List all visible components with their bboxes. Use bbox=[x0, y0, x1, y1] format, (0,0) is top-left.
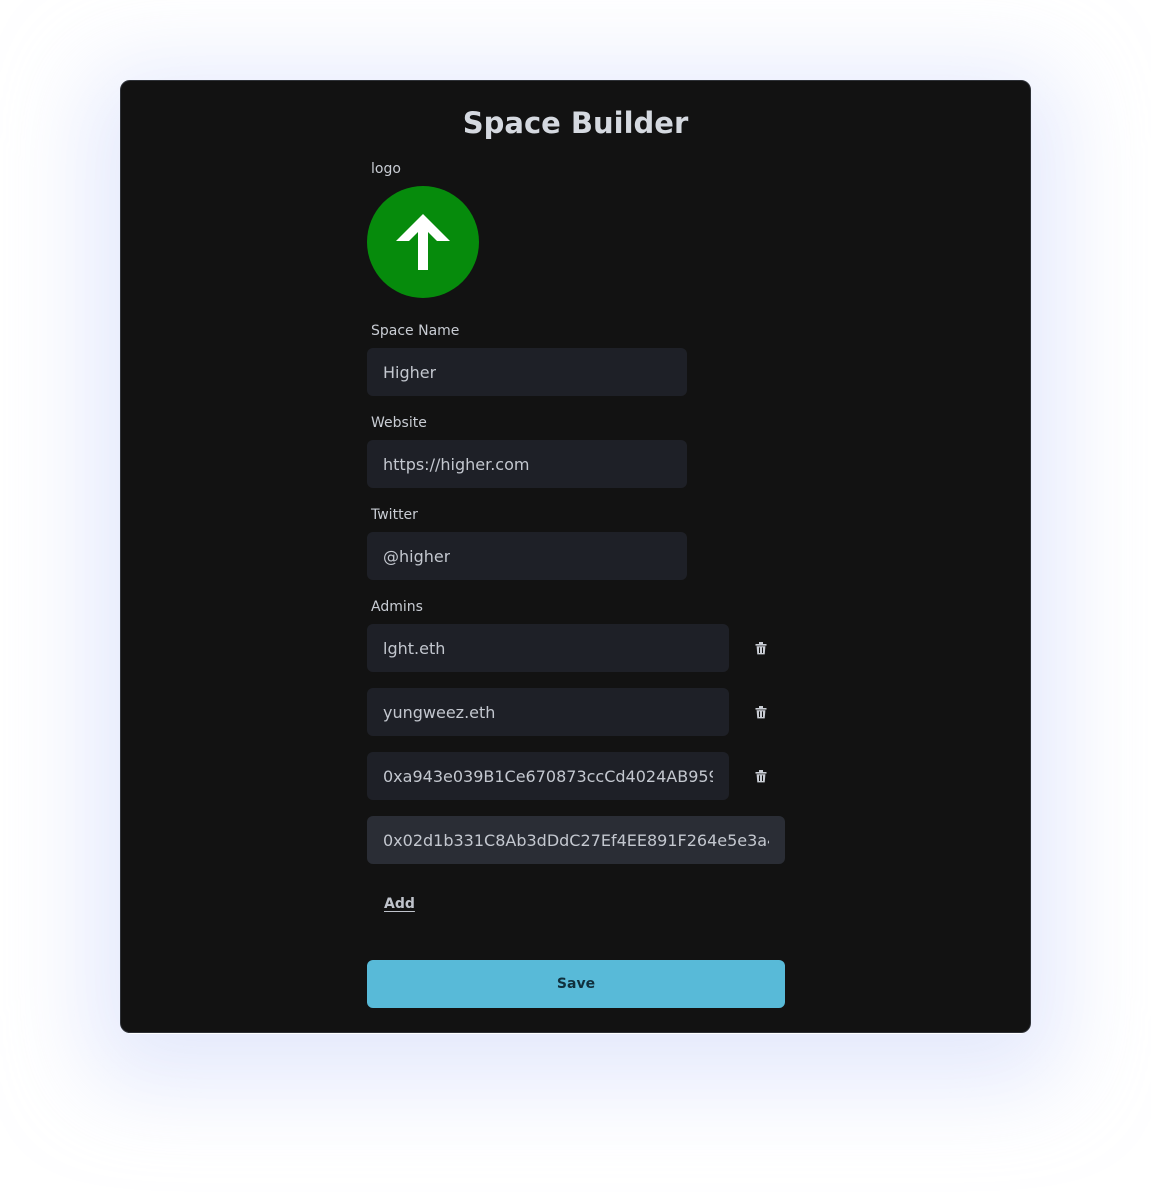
arrow-up-icon bbox=[396, 214, 450, 270]
admins-label: Admins bbox=[371, 599, 423, 615]
trash-icon bbox=[755, 769, 767, 782]
website-input[interactable]: https://higher.com bbox=[367, 440, 687, 488]
logo-upload[interactable] bbox=[367, 186, 479, 298]
website-value: https://higher.com bbox=[383, 454, 530, 474]
website-label: Website bbox=[371, 415, 427, 431]
space-name-value: Higher bbox=[383, 362, 437, 382]
twitter-label: Twitter bbox=[371, 507, 418, 523]
delete-admin-button[interactable] bbox=[753, 640, 769, 656]
delete-admin-button[interactable] bbox=[753, 704, 769, 720]
save-button[interactable]: Save bbox=[367, 960, 785, 1008]
admin-value: lght.eth bbox=[383, 638, 446, 658]
admin-value: 0xa943e039B1Ce670873ccCd4024AB959082FC6D… bbox=[383, 766, 713, 786]
delete-admin-button[interactable] bbox=[753, 768, 769, 784]
page-title: Space Builder bbox=[462, 106, 689, 140]
space-name-label: Space Name bbox=[371, 323, 460, 339]
admin-input[interactable]: lght.eth bbox=[367, 624, 729, 672]
trash-icon bbox=[755, 641, 767, 654]
add-admin-button[interactable]: Add bbox=[384, 894, 415, 914]
new-admin-input[interactable]: 0x02d1b331C8Ab3dDdC27Ef4EE891F264e5e3a44… bbox=[367, 816, 785, 864]
space-name-input[interactable]: Higher bbox=[367, 348, 687, 396]
trash-icon bbox=[755, 705, 767, 718]
admin-input[interactable]: yungweez.eth bbox=[367, 688, 729, 736]
logo-label: logo bbox=[371, 161, 401, 177]
twitter-input[interactable]: @higher bbox=[367, 532, 687, 580]
admin-input[interactable]: 0xa943e039B1Ce670873ccCd4024AB959082FC6D… bbox=[367, 752, 729, 800]
twitter-value: @higher bbox=[383, 546, 451, 566]
new-admin-value: 0x02d1b331C8Ab3dDdC27Ef4EE891F264e5e3a44… bbox=[383, 830, 769, 850]
admin-value: yungweez.eth bbox=[383, 702, 496, 722]
